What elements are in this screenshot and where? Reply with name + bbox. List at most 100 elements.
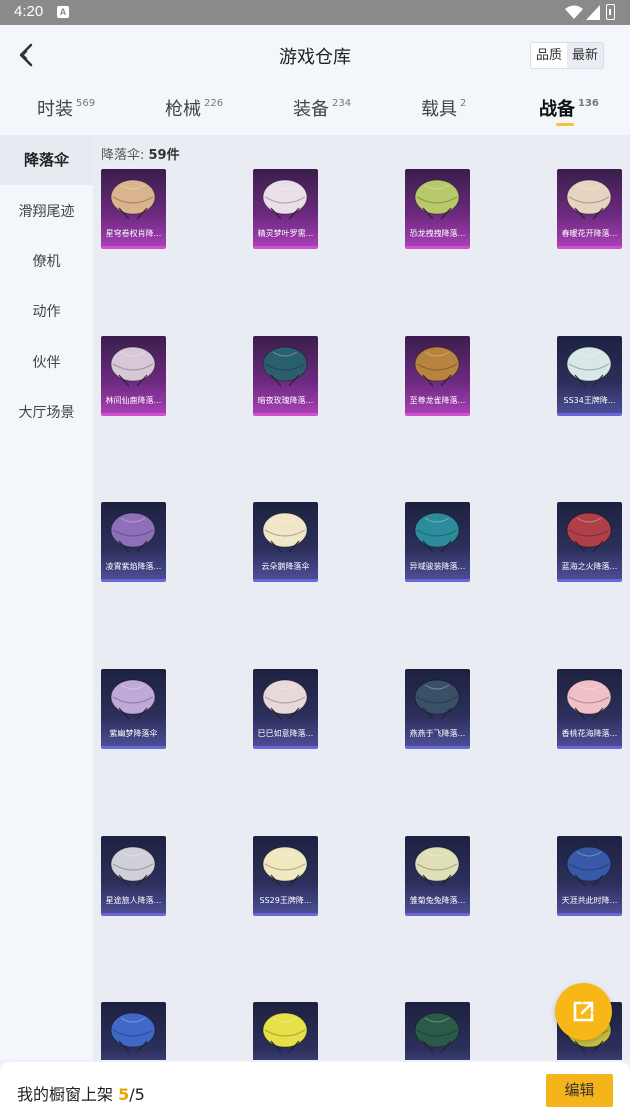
parachute-item-card[interactable]: 春暖花开降落... <box>557 169 622 249</box>
parachute-item-card[interactable]: 燕燕于飞降落... <box>405 669 470 749</box>
sidebar: 降落伞 滑翔尾迹 僚机 动作 伙伴 大厅场景 <box>0 135 93 1060</box>
showcase-current: 5 <box>118 1085 130 1104</box>
item-count-value: 59件 <box>148 148 180 163</box>
tab-count: 569 <box>76 98 96 109</box>
item-name: 林间仙鹿降落... <box>105 396 162 405</box>
item-grid: 降落伞: 59件 星穹卷权肖降... 精灵梦叶罗需... 恐龙拽拽降落... 春暖花开… <box>93 135 630 1060</box>
parachute-item-card[interactable]: 暗夜玫瑰降落... <box>253 336 318 416</box>
item-name: 香桃花海降落... <box>561 729 618 738</box>
item-name: 春暖花开降落... <box>561 229 618 238</box>
parachute-item-card[interactable] <box>405 1002 470 1060</box>
tab-label: 战备 <box>539 99 575 120</box>
active-tab-indicator <box>556 123 574 126</box>
parachute-item-card[interactable]: 恐龙拽拽降落... <box>405 169 470 249</box>
parachute-item-card[interactable] <box>253 1002 318 1060</box>
parachute-icon <box>414 1012 460 1053</box>
item-name: SS34王牌降... <box>563 396 616 405</box>
parachute-icon <box>566 679 612 720</box>
parachute-icon <box>262 679 308 720</box>
tab-weapons[interactable]: 枪械 226 <box>165 95 223 121</box>
parachute-icon <box>110 846 156 887</box>
item-name: 暗夜玫瑰降落... <box>257 396 314 405</box>
tab-label: 载具 <box>421 99 457 120</box>
bottom-bar: 我的橱窗上架 5/5 编辑 <box>0 1062 630 1120</box>
parachute-item-card[interactable]: 星穹卷权肖降... <box>101 169 166 249</box>
parachute-item-card[interactable] <box>101 1002 166 1060</box>
item-name: 异域骏装降落... <box>409 562 466 571</box>
sidebar-item-parachute[interactable]: 降落伞 <box>0 135 93 185</box>
parachute-item-card[interactable]: 香桃花海降落... <box>557 669 622 749</box>
tab-count: 2 <box>460 98 467 109</box>
parachute-icon <box>110 346 156 387</box>
item-count: 降落伞: 59件 <box>101 144 180 163</box>
sidebar-item-companion[interactable]: 伙伴 <box>0 338 93 388</box>
sort-toggle: 品质 最新 <box>530 42 604 69</box>
parachute-icon <box>262 846 308 887</box>
parachute-item-card[interactable]: SS29王牌降... <box>253 836 318 916</box>
tab-combat-gear[interactable]: 战备 136 <box>539 95 599 121</box>
parachute-item-card[interactable]: 精灵梦叶罗需... <box>253 169 318 249</box>
item-name: 蓝海之火降落... <box>561 562 618 571</box>
sort-latest-button[interactable]: 最新 <box>567 43 603 68</box>
parachute-icon <box>110 679 156 720</box>
showcase-status: 我的橱窗上架 5/5 <box>17 1081 145 1105</box>
item-name <box>405 1057 470 1060</box>
item-name: 精灵梦叶罗需... <box>257 229 314 238</box>
tab-label: 时装 <box>37 99 73 120</box>
wifi-icon <box>565 5 583 19</box>
sidebar-item-glide-trail[interactable]: 滑翔尾迹 <box>0 187 93 237</box>
parachute-item-card[interactable]: 星途旅人降落... <box>101 836 166 916</box>
signal-icon <box>586 5 600 20</box>
parachute-icon <box>566 512 612 553</box>
header: 游戏仓库 品质 最新 时装 569 枪械 226 装备 234 载具 2 战备 136 <box>0 25 630 135</box>
status-time: 4:20 <box>14 3 44 20</box>
parachute-icon <box>414 679 460 720</box>
parachute-item-card[interactable]: 云朵鹅降落伞 <box>253 502 318 582</box>
parachute-item-card[interactable]: 天涯共此时降... <box>557 836 622 916</box>
share-button[interactable] <box>555 983 612 1040</box>
parachute-item-card[interactable]: 蓝海之火降落... <box>557 502 622 582</box>
notification-a-icon: A <box>57 6 69 18</box>
sidebar-item-emote[interactable]: 动作 <box>0 287 93 337</box>
item-count-prefix: 降落伞: <box>101 148 149 163</box>
item-name: 巳巳如意降落... <box>257 729 314 738</box>
parachute-item-card[interactable]: SS34王牌降... <box>557 336 622 416</box>
parachute-icon <box>262 1012 308 1053</box>
parachute-item-card[interactable]: 巳巳如意降落... <box>253 669 318 749</box>
item-name <box>101 1057 166 1060</box>
parachute-icon <box>566 346 612 387</box>
battery-icon <box>606 4 615 20</box>
tab-label: 枪械 <box>165 99 201 120</box>
item-name <box>253 1057 318 1060</box>
sort-quality-button[interactable]: 品质 <box>531 43 567 68</box>
parachute-icon <box>414 346 460 387</box>
item-name: 燕燕于飞降落... <box>409 729 466 738</box>
parachute-icon <box>262 512 308 553</box>
parachute-item-card[interactable]: 至尊龙雀降落... <box>405 336 470 416</box>
showcase-total: /5 <box>129 1085 145 1104</box>
parachute-item-card[interactable]: 紫幽梦降落伞 <box>101 669 166 749</box>
parachute-icon <box>566 846 612 887</box>
tab-count: 234 <box>332 98 352 109</box>
tab-equipment[interactable]: 装备 234 <box>293 95 351 121</box>
tab-vehicles[interactable]: 载具 2 <box>421 95 466 121</box>
category-tabs: 时装 569 枪械 226 装备 234 载具 2 战备 136 <box>0 95 630 135</box>
item-name: 雏菊兔兔降落... <box>409 896 466 905</box>
item-name: SS29王牌降... <box>259 896 312 905</box>
item-name: 至尊龙雀降落... <box>409 396 466 405</box>
parachute-item-card[interactable]: 雏菊兔兔降落... <box>405 836 470 916</box>
item-name: 恐龙拽拽降落... <box>409 229 466 238</box>
parachute-item-card[interactable]: 异域骏装降落... <box>405 502 470 582</box>
sidebar-item-lobby-scene[interactable]: 大厅场景 <box>0 388 93 438</box>
parachute-item-card[interactable]: 凌霄紫焰降落... <box>101 502 166 582</box>
parachute-item-card[interactable]: 林间仙鹿降落... <box>101 336 166 416</box>
item-name: 星途旅人降落... <box>105 896 162 905</box>
item-name: 紫幽梦降落伞 <box>109 729 158 738</box>
edit-button[interactable]: 编辑 <box>546 1074 613 1107</box>
item-name: 凌霄紫焰降落... <box>105 562 162 571</box>
item-name: 星穹卷权肖降... <box>105 229 162 238</box>
tab-label: 装备 <box>293 99 329 120</box>
sidebar-item-wingman[interactable]: 僚机 <box>0 237 93 287</box>
parachute-icon <box>110 1012 156 1053</box>
tab-fashion[interactable]: 时装 569 <box>37 95 95 121</box>
